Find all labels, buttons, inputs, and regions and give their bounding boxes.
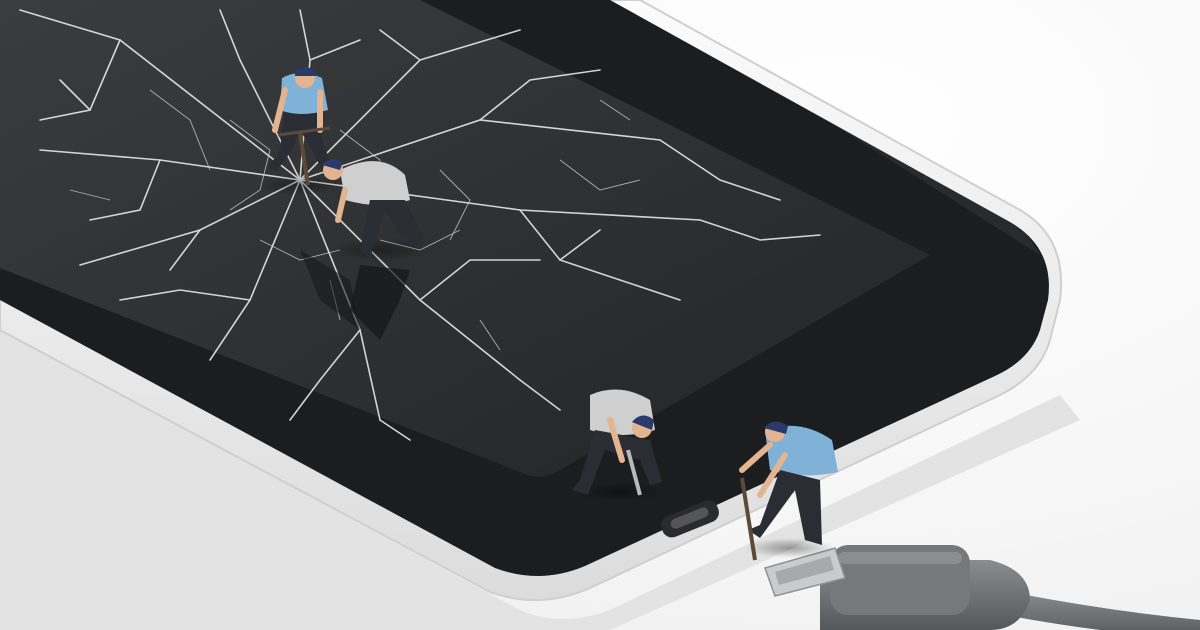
photo-scene [0,0,1200,630]
usb-cable [764,545,1200,630]
cracked-phone-photo [0,0,1200,630]
